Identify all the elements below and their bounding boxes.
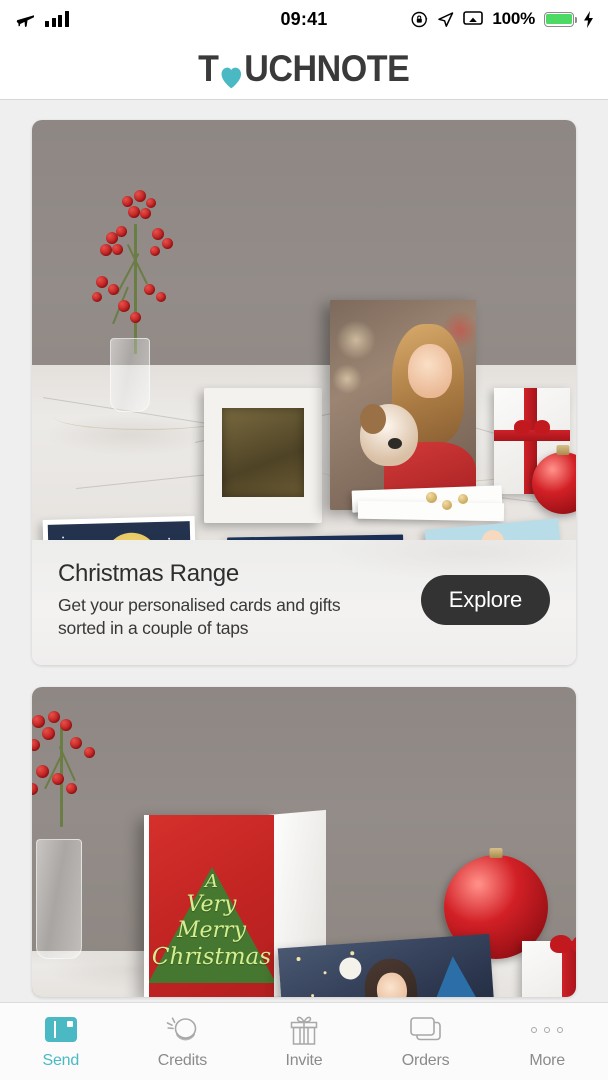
tab-orders[interactable]: Orders — [365, 1003, 487, 1080]
stacked-cards-icon — [408, 1014, 444, 1046]
three-dots-icon — [531, 1014, 564, 1046]
battery-percent-label: 100% — [492, 9, 535, 28]
logo-text-suffix: UCHNOTE — [244, 47, 411, 89]
white-picture-frame — [204, 388, 322, 523]
tab-send[interactable]: Send — [0, 1003, 122, 1080]
touchnote-logo: T UCHNOTE — [198, 47, 411, 90]
card-script-line-4: Christmas — [151, 943, 272, 970]
location-arrow-icon — [438, 11, 454, 27]
product-scene: THE MOST WONDERFUL TIME — [32, 120, 576, 540]
page-title: Christmas Range — [58, 560, 239, 587]
tab-orders-label: Orders — [401, 1051, 450, 1069]
promo-info-block: Christmas Range Get your personalised ca… — [32, 540, 576, 665]
promo-text-block: Christmas Range Get your personalised ca… — [58, 560, 421, 641]
promo-feed[interactable]: THE MOST WONDERFUL TIME — [0, 100, 608, 1002]
paper-stack — [357, 500, 505, 522]
app-screen: 09:41 100% T UCHNOTE Christmas Range Get… — [0, 0, 608, 1080]
promo-card-christmas-range[interactable]: THE MOST WONDERFUL TIME — [32, 120, 576, 665]
product-scene-2: A Very Merry Christmas — [32, 686, 576, 997]
tab-invite[interactable]: Invite — [243, 1003, 365, 1080]
promo-card-merry-christmas[interactable]: A Very Merry Christmas — [32, 686, 576, 997]
tab-send-label: Send — [42, 1051, 80, 1069]
battery-icon — [544, 11, 578, 27]
santa-chimney-card — [42, 516, 198, 540]
tab-bar: Send Credits Invite Orders More — [0, 1002, 608, 1080]
status-bar: 09:41 100% — [0, 0, 608, 38]
wrapped-gift-box-2 — [522, 934, 576, 997]
glass-bottle — [36, 838, 82, 959]
status-bar-right: 100% — [411, 0, 594, 38]
very-merry-christmas-card-photo: A Very Merry Christmas — [32, 686, 576, 997]
berry-branch-2 — [32, 709, 136, 839]
airplay-icon — [463, 11, 484, 25]
app-header: T UCHNOTE — [0, 38, 608, 100]
gift-icon — [289, 1014, 319, 1046]
canvas-print-girl-and-dog — [330, 300, 476, 510]
tab-credits[interactable]: Credits — [122, 1003, 244, 1080]
glass-vase — [110, 338, 150, 412]
tab-more[interactable]: More — [486, 1003, 608, 1080]
heart-icon — [220, 58, 244, 88]
card-script-line-2: Very — [186, 891, 237, 917]
tab-credits-label: Credits — [157, 1051, 208, 1069]
tab-invite-label: Invite — [285, 1051, 323, 1069]
card-script-line-3: Merry — [176, 917, 246, 943]
postcard-icon — [44, 1014, 77, 1046]
tab-more-label: More — [529, 1051, 565, 1069]
explore-button[interactable]: Explore — [420, 575, 550, 626]
promo-subtitle: Get your personalised cards and gifts so… — [58, 595, 341, 639]
rotation-lock-icon — [411, 11, 428, 27]
christmas-range-product-photo: THE MOST WONDERFUL TIME — [32, 120, 576, 540]
very-merry-christmas-card: A Very Merry Christmas — [144, 809, 326, 997]
coin-icon — [165, 1014, 199, 1046]
lightning-bolt-icon — [584, 10, 593, 28]
logo-text-prefix: T — [198, 47, 219, 89]
card-script-line-1: A — [205, 870, 218, 892]
